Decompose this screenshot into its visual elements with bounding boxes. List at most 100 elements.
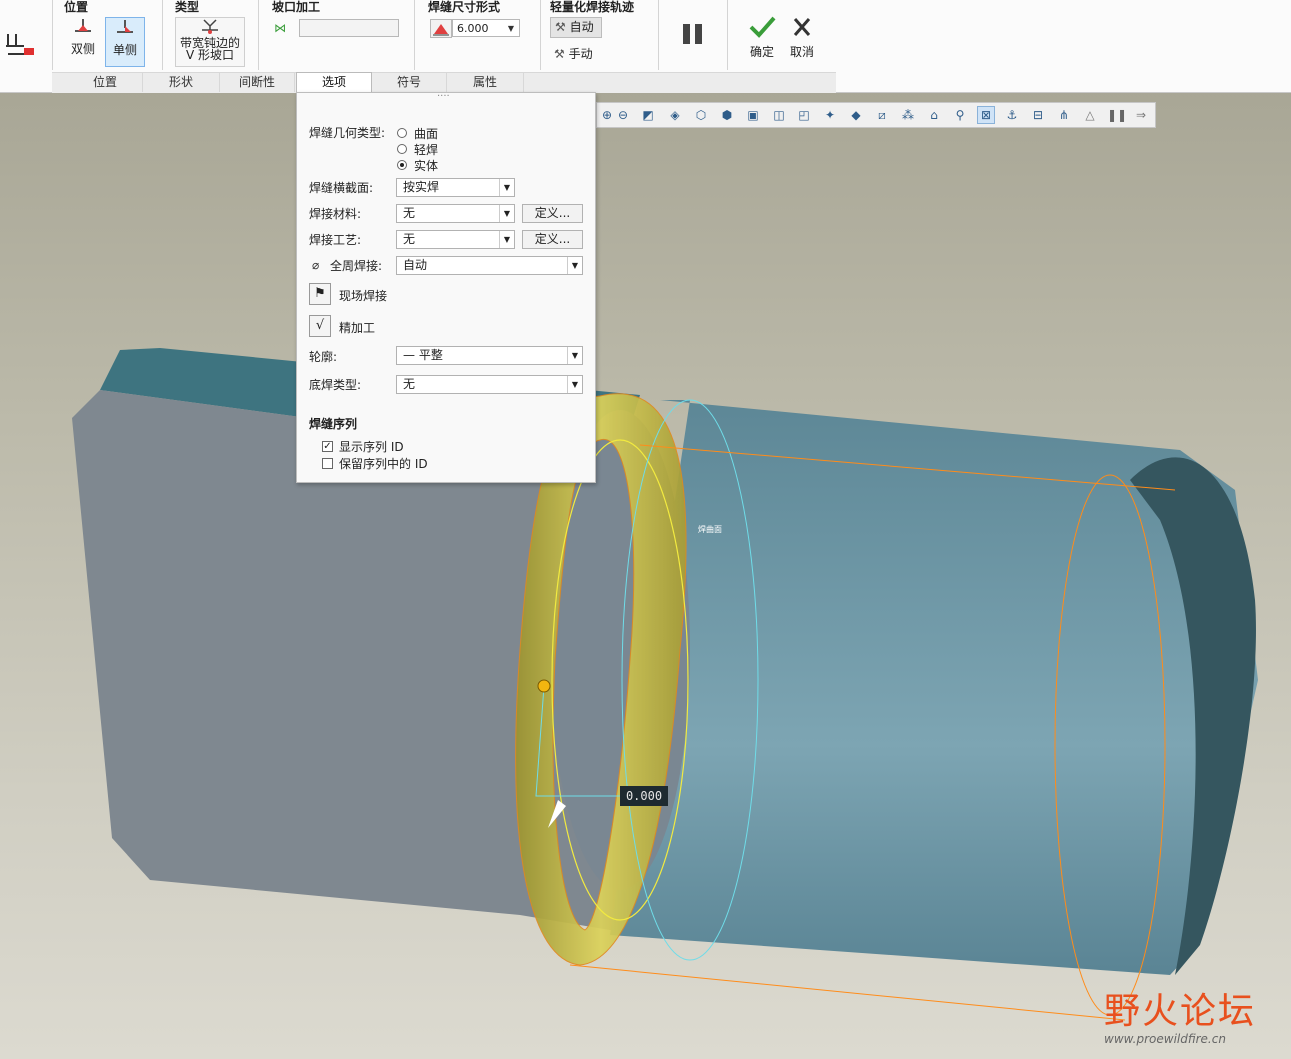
ribbon: 位置 双侧 单侧 类型 带宽钝边的 V 形坡口 坡口加工 ⋈ 焊缝尺寸形式 6.… — [0, 0, 837, 93]
v-groove-icon — [202, 19, 218, 34]
chevron-down-icon[interactable]: ▼ — [505, 20, 517, 36]
annotation-display-icon[interactable]: ⊠ — [977, 106, 995, 124]
show-seq-checkbox[interactable]: ✓ — [322, 441, 333, 452]
cancel-button[interactable]: 取消 — [784, 14, 820, 62]
filter-icon[interactable]: ⊟ — [1030, 107, 1046, 123]
geom-solid-label: 实体 — [414, 159, 439, 173]
lightweight-group-title: 轻量化焊接轨迹 — [550, 0, 635, 14]
chevron-down-icon[interactable]: ▼ — [499, 205, 514, 222]
geom-surface-label: 曲面 — [414, 127, 439, 141]
manual-trajectory-label: 手动 — [568, 47, 593, 61]
backing-value: 无 — [403, 377, 416, 391]
keep-seq-checkbox[interactable] — [322, 458, 333, 469]
confirm-label: 确定 — [749, 45, 774, 59]
backing-select[interactable]: 无 ▼ — [396, 375, 583, 394]
all-around-select[interactable]: 自动 ▼ — [396, 256, 583, 275]
cross-section-select[interactable]: 按实焊 ▼ — [396, 178, 515, 197]
chevron-down-icon[interactable]: ▼ — [567, 347, 582, 364]
material-select[interactable]: 无 ▼ — [396, 204, 515, 223]
tab-intermittent[interactable]: 间断性 — [220, 73, 295, 92]
warning-icon[interactable]: △ — [1082, 107, 1098, 123]
tab-symbol[interactable]: 符号 — [372, 73, 447, 92]
geom-solid-radio[interactable] — [397, 160, 407, 170]
datum-points-icon[interactable]: ⌂ — [926, 107, 942, 123]
geom-type-label: 焊缝几何类型: — [309, 126, 386, 140]
process-select[interactable]: 无 ▼ — [396, 230, 515, 249]
connect-icon[interactable]: ⋔ — [1056, 107, 1072, 123]
datum-axes-icon[interactable]: ⁂ — [900, 107, 916, 123]
checkmark-icon — [749, 16, 776, 38]
material-value: 无 — [403, 206, 416, 220]
perspective-icon[interactable]: ◫ — [771, 107, 787, 123]
weld-display-icon[interactable]: ⚓ — [1004, 107, 1020, 123]
chevron-down-icon[interactable]: ▼ — [567, 376, 582, 393]
both-sides-button[interactable]: 双侧 — [64, 17, 102, 65]
weld-size-input[interactable]: 6.000 ▼ — [452, 19, 520, 37]
auto-trajectory-button[interactable]: ⚒ 自动 — [550, 17, 602, 38]
keep-seq-label: 保留序列中的 ID — [339, 457, 428, 471]
position-group-title: 位置 — [64, 0, 89, 14]
model-viewport[interactable]: 焊曲面 — [0, 92, 1291, 1059]
chevron-down-icon[interactable]: ▼ — [499, 179, 514, 196]
zoom-out-icon[interactable]: ⊖ — [615, 107, 631, 123]
material-define-button[interactable]: 定义... — [522, 204, 583, 223]
finish-label: 精加工 — [339, 321, 376, 335]
all-around-value: 自动 — [403, 258, 428, 272]
chevron-down-icon[interactable]: ▼ — [499, 231, 514, 248]
contour-select[interactable]: — 平整 ▼ — [396, 346, 583, 365]
close-icon — [793, 18, 811, 36]
process-value: 无 — [403, 232, 416, 246]
saved-views-icon[interactable]: ⬡ — [693, 107, 709, 123]
geom-light-label: 轻焊 — [414, 143, 439, 157]
display-style-icon[interactable]: ▣ — [745, 107, 761, 123]
redo-icon[interactable]: ⇒ — [1133, 107, 1149, 123]
flag-icon: ⚑ — [314, 286, 326, 301]
panel-grip[interactable]: ···· — [437, 91, 450, 102]
section-icon[interactable]: ◰ — [796, 107, 812, 123]
groove-type-line2: V 形坡口 — [185, 48, 235, 62]
both-sides-icon — [75, 19, 91, 32]
material-label: 焊接材料: — [309, 207, 362, 221]
groove-prep-icon: ⋈ — [274, 21, 286, 35]
zoom-in-icon[interactable]: ⊕ — [599, 107, 615, 123]
pause-button[interactable] — [680, 20, 706, 48]
manual-trajectory-icon: ⚒ — [554, 47, 565, 61]
size-form-icon — [433, 24, 449, 36]
spin-center-icon[interactable]: ✦ — [822, 107, 838, 123]
graphics-toolbar: ⊕ ⊖ ◩ ◈ ⬡ ⬢ ▣ ◫ ◰ ✦ ◆ ⧄ ⁂ ⌂ ⚲ ⊠ ⚓ ⊟ ⋔ △ … — [596, 102, 1156, 128]
all-around-icon: ⌀ — [312, 258, 320, 272]
csys-icon[interactable]: ⚲ — [952, 107, 968, 123]
field-weld-button[interactable]: ⚑ — [309, 283, 331, 305]
confirm-button[interactable]: 确定 — [744, 14, 780, 62]
geom-surface-radio[interactable] — [397, 128, 407, 138]
finish-button[interactable]: √ — [309, 315, 331, 337]
watermark-url: www.proewildfire.cn — [1104, 1032, 1226, 1046]
process-define-button[interactable]: 定义... — [522, 230, 583, 249]
view-manager-icon[interactable]: ⬢ — [719, 107, 735, 123]
shading-icon[interactable]: ◆ — [848, 107, 864, 123]
cross-section-label: 焊缝横截面: — [309, 181, 374, 195]
weld-mode-icon[interactable] — [4, 28, 38, 62]
show-seq-label: 显示序列 ID — [339, 440, 404, 454]
field-weld-label: 现场焊接 — [339, 289, 388, 303]
tab-position[interactable]: 位置 — [68, 73, 143, 92]
weld-start-point[interactable] — [537, 679, 551, 693]
pause-small-icon[interactable]: ❚❚ — [1107, 107, 1127, 123]
repaint-icon[interactable]: ◈ — [667, 107, 683, 123]
groove-prep-input[interactable] — [299, 19, 399, 37]
groove-type-button[interactable]: 带宽钝边的 V 形坡口 — [175, 17, 245, 67]
single-side-button[interactable]: 单侧 — [105, 17, 145, 67]
tab-properties[interactable]: 属性 — [447, 73, 524, 92]
datum-planes-icon[interactable]: ⧄ — [874, 107, 890, 123]
manual-trajectory-button[interactable]: ⚒ 手动 — [550, 44, 614, 65]
pause-icon — [683, 24, 702, 44]
size-form-type-button[interactable] — [430, 19, 452, 38]
contour-value: 平整 — [418, 348, 443, 362]
chevron-down-icon[interactable]: ▼ — [567, 257, 582, 274]
watermark: 野火论坛 www.proewildfire.cn — [1104, 992, 1284, 1052]
tab-options[interactable]: 选项 — [296, 72, 372, 93]
tab-shape[interactable]: 形状 — [143, 73, 220, 92]
dimension-tag[interactable]: 0.000 — [620, 786, 668, 806]
refit-icon[interactable]: ◩ — [640, 107, 656, 123]
geom-light-radio[interactable] — [397, 144, 407, 154]
